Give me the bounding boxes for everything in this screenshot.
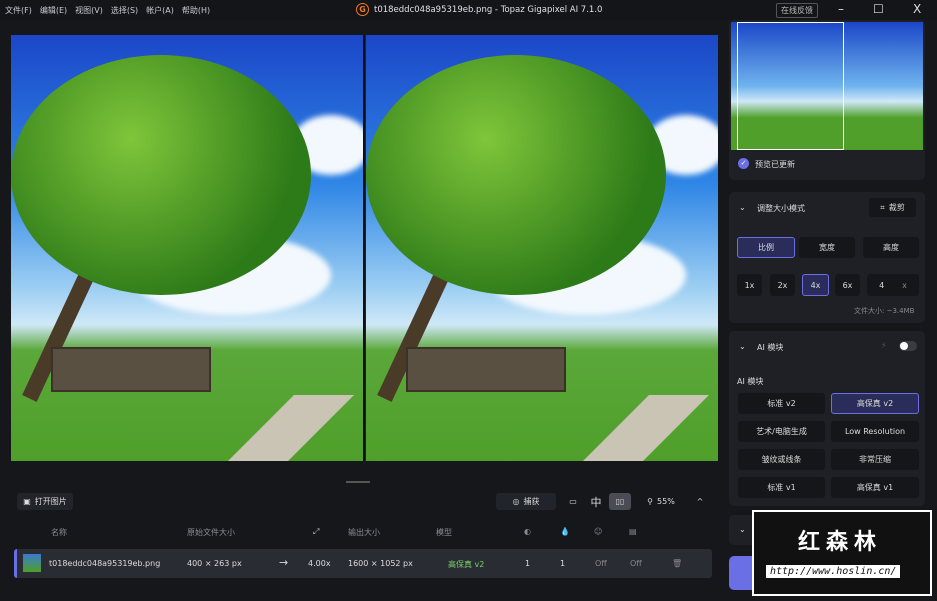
app-logo-icon: G xyxy=(356,3,369,16)
close-button[interactable]: X xyxy=(913,2,921,16)
chevron-down-icon[interactable]: ⌄ xyxy=(739,342,746,351)
lightning-icon: ⚡ xyxy=(881,341,887,350)
ai-label: AI 模块 xyxy=(737,377,764,386)
menu-file[interactable]: 文件(F) xyxy=(5,5,32,16)
zoom-icon: ⚲ xyxy=(647,497,654,506)
trash-icon[interactable]: 🗑 xyxy=(672,559,682,568)
header-model: 模型 xyxy=(436,528,452,537)
chevron-down-icon[interactable]: ⌄ xyxy=(739,525,746,534)
model-option[interactable]: Low Resolution xyxy=(831,421,919,442)
original-image xyxy=(11,35,363,461)
output-size: 1600 × 1052 px xyxy=(348,559,413,568)
table-row[interactable]: t018eddc048a95319eb.png 400 × 263 px → 4… xyxy=(14,549,712,578)
sharpen-icon: 💧 xyxy=(560,527,570,536)
face-icon: ☺ xyxy=(594,527,603,536)
header-output-size: 输出大小 xyxy=(348,528,380,537)
resize-panel: ⌄ 调整大小模式 ⌗ 裁剪 比例 宽度 高度 1x 2x 4x 6x 4x 文件大… xyxy=(729,192,925,323)
scale-2x[interactable]: 2x xyxy=(770,274,795,296)
denoise-icon: ◐ xyxy=(524,527,531,536)
zoom-control[interactable]: ⚲ 55% xyxy=(636,493,686,510)
model-option[interactable]: 高保真 v2 xyxy=(831,393,919,414)
model-option[interactable]: 皱纹或线条 xyxy=(738,449,825,470)
chevron-down-icon[interactable]: ⌄ xyxy=(739,203,746,212)
thumbnail xyxy=(23,554,41,572)
chevron-up-icon: ^ xyxy=(696,497,704,506)
open-image-button[interactable]: ▣ 打开图片 xyxy=(17,493,73,510)
sharpen-value: 1 xyxy=(560,559,566,568)
preview-status: 预览已更新 xyxy=(755,160,795,169)
resize-title: 调整大小模式 xyxy=(757,204,805,213)
title-bar: 文件(F) 编辑(E) 视图(V) 选择(S) 帐户(A) 帮助(H) G t0… xyxy=(0,0,937,20)
image-icon: ▣ xyxy=(23,497,31,506)
split-view-button[interactable]: 中 xyxy=(586,493,606,510)
menu-select[interactable]: 选择(S) xyxy=(111,5,138,16)
file-name: t018eddc048a95319eb.png xyxy=(49,559,161,568)
navigator-viewport[interactable] xyxy=(737,22,844,150)
model-option[interactable]: 非常压缩 xyxy=(831,449,919,470)
scale-4x[interactable]: 4x xyxy=(802,274,829,296)
maximize-button[interactable]: ☐ xyxy=(873,2,884,16)
mode-width[interactable]: 宽度 xyxy=(799,237,855,258)
minimize-button[interactable]: – xyxy=(838,2,844,16)
compression-icon: ▤ xyxy=(629,527,637,536)
mode-ratio[interactable]: 比例 xyxy=(737,237,795,258)
split-divider[interactable] xyxy=(363,35,365,461)
menu-edit[interactable]: 编辑(E) xyxy=(40,5,67,16)
model-value: 高保真 v2 xyxy=(448,560,485,569)
single-view-icon: ▭ xyxy=(569,497,577,506)
denoise-value: 1 xyxy=(525,559,531,568)
ai-title: AI 模块 xyxy=(757,343,784,352)
window-title: G t018eddc048a95319eb.png - Topaz Gigapi… xyxy=(356,3,602,16)
face-value: Off xyxy=(595,559,607,568)
navigator-panel: ✓ 预览已更新 xyxy=(729,20,925,180)
arrow-icon: → xyxy=(279,556,289,569)
side-by-side-icon: ▯▯ xyxy=(615,497,625,506)
panel-resize-handle[interactable] xyxy=(346,481,370,483)
single-view-button[interactable]: ▭ xyxy=(563,493,583,510)
menu-account[interactable]: 帐户(A) xyxy=(146,5,174,16)
file-size: 文件大小: ~3.4MB xyxy=(854,307,915,315)
mode-height[interactable]: 高度 xyxy=(863,237,919,258)
model-option[interactable]: 标准 v1 xyxy=(738,477,825,498)
scale-icon: ⤢ xyxy=(313,527,320,536)
capture-button[interactable]: ◎ 捕获 xyxy=(496,493,556,510)
scale-1x[interactable]: 1x xyxy=(737,274,762,296)
ai-model-panel: ⌄ AI 模块 ⚡ AI 模块 标准 v2 高保真 v2 艺术/电脑生成 Low… xyxy=(729,331,925,506)
scale-value: 4.00x xyxy=(308,559,331,568)
model-option[interactable]: 高保真 v1 xyxy=(831,477,919,498)
watermark: 红森林 http://www.hoslin.cn/ xyxy=(752,510,932,596)
split-view-icon: 中 xyxy=(590,495,602,509)
menu-help[interactable]: 帮助(H) xyxy=(182,5,210,16)
title-text: t018eddc048a95319eb.png - Topaz Gigapixe… xyxy=(374,4,603,15)
image-viewer[interactable] xyxy=(11,35,718,461)
side-by-side-button[interactable]: ▯▯ xyxy=(609,493,631,510)
feedback-button[interactable]: 在线反馈 xyxy=(776,3,818,18)
collapse-button[interactable]: ^ xyxy=(692,493,708,510)
check-icon: ✓ xyxy=(738,158,749,169)
model-option[interactable]: 艺术/电脑生成 xyxy=(738,421,825,442)
capture-icon: ◎ xyxy=(512,497,520,506)
scale-6x[interactable]: 6x xyxy=(835,274,860,296)
preview-image xyxy=(366,35,718,461)
crop-icon: ⌗ xyxy=(880,202,885,212)
header-name: 名称 xyxy=(51,528,67,537)
menu-bar: 文件(F) 编辑(E) 视图(V) 选择(S) 帐户(A) 帮助(H) xyxy=(0,5,210,16)
custom-scale-input[interactable]: 4x xyxy=(867,274,919,296)
ai-toggle[interactable] xyxy=(899,341,917,351)
menu-view[interactable]: 视图(V) xyxy=(75,5,103,16)
original-size: 400 × 263 px xyxy=(187,559,242,568)
compression-value: Off xyxy=(630,559,642,568)
header-original-size: 原始文件大小 xyxy=(187,528,235,537)
model-option[interactable]: 标准 v2 xyxy=(738,393,825,414)
crop-button[interactable]: ⌗ 裁剪 xyxy=(869,198,916,217)
